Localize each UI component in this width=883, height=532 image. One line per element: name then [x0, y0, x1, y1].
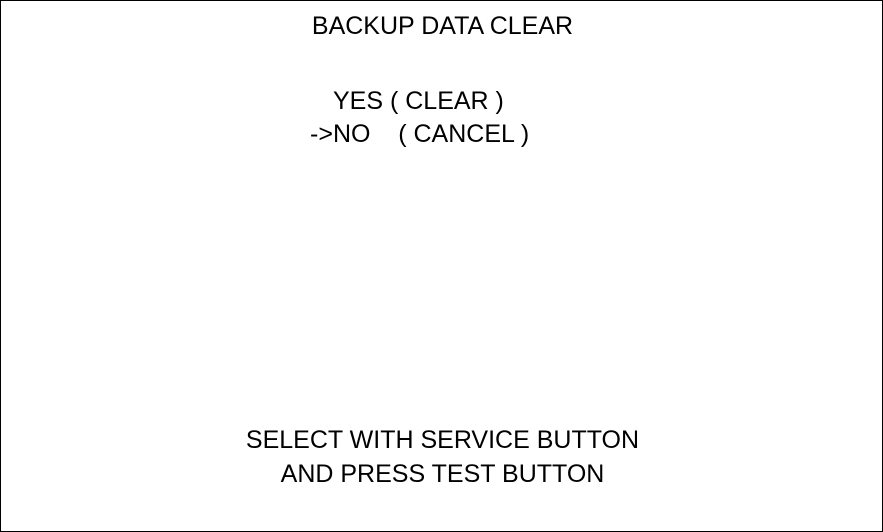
screen-title: BACKUP DATA CLEAR [311, 12, 574, 40]
test-menu-screen: BACKUP DATA CLEAR YES ( CLEAR ) ->NO ( C… [0, 0, 883, 532]
menu-option-no-cancel[interactable]: ->NO ( CANCEL ) [310, 119, 529, 149]
menu-option-yes-clear[interactable]: YES ( CLEAR ) [333, 86, 504, 116]
menu-option-no-cancel-label: NO ( CANCEL ) [332, 120, 530, 148]
instruction-line-select: SELECT WITH SERVICE BUTTON [245, 426, 640, 454]
selection-cursor-arrow: -> [310, 120, 333, 148]
instruction-line-press: AND PRESS TEST BUTTON [280, 460, 605, 488]
